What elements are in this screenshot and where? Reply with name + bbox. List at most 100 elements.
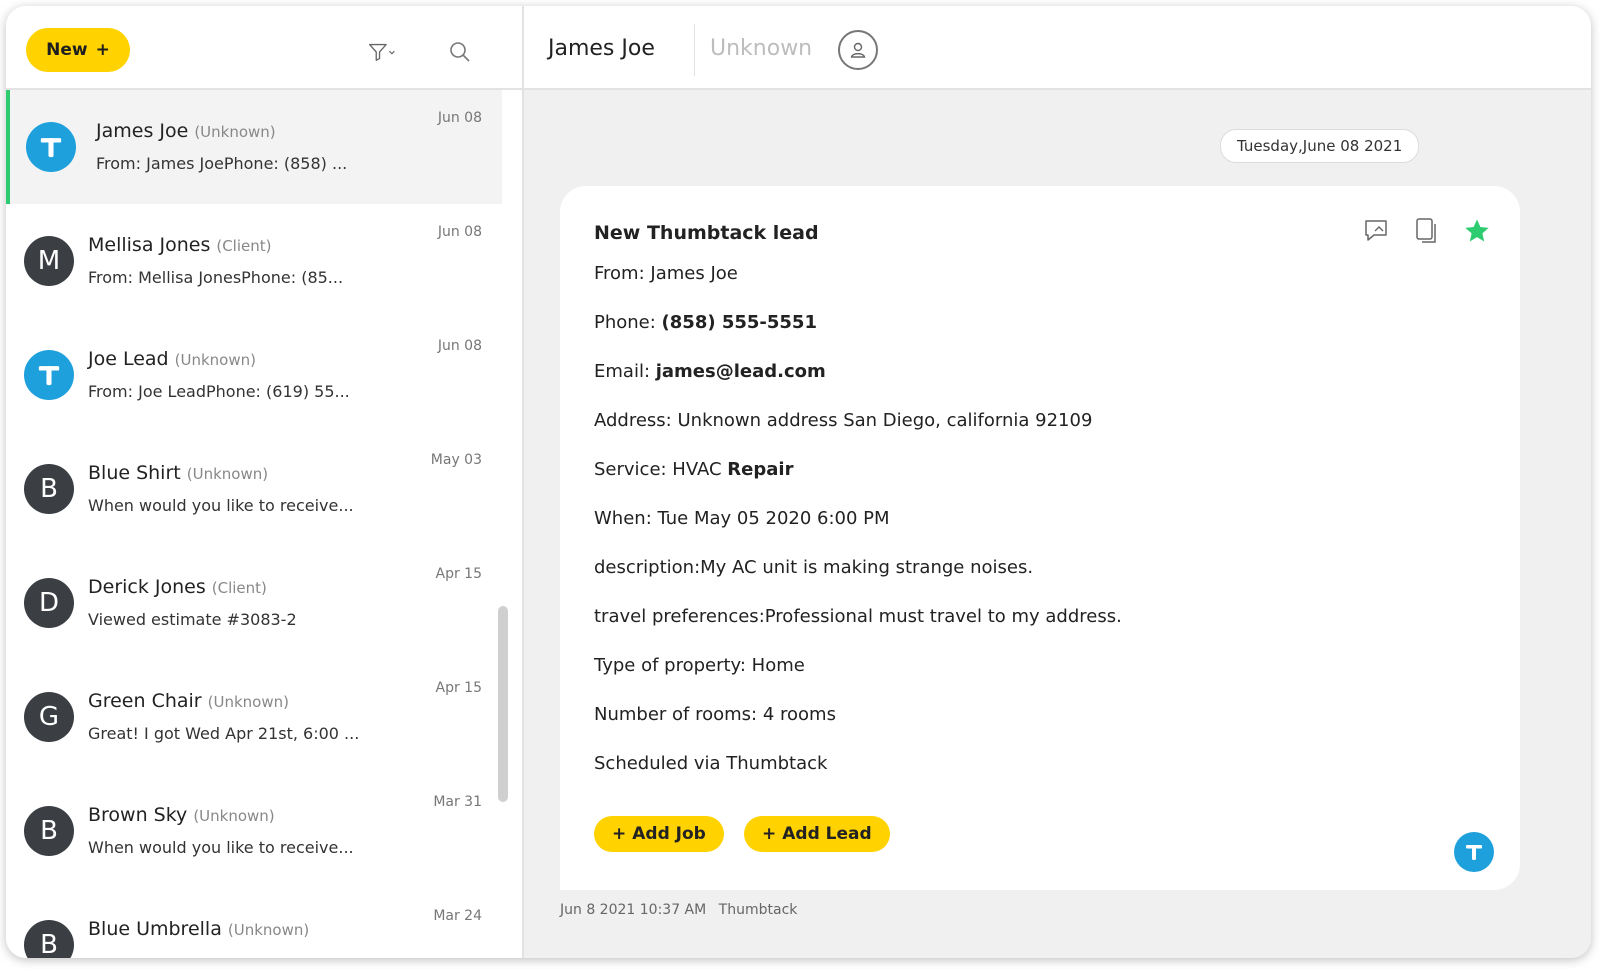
conversation-name: Mellisa Jones (88, 234, 211, 256)
conversation-list: James Joe (Unknown) From: James JoePhone: … (6, 90, 502, 958)
new-button[interactable]: New + (26, 28, 130, 72)
conversation-role: (Unknown) (186, 465, 269, 483)
message-tools (1362, 216, 1492, 246)
date-separator: Tuesday,June 08 2021 (1220, 129, 1420, 163)
plus-icon: + (95, 40, 110, 60)
star-icon[interactable] (1462, 216, 1492, 246)
message-line-label: When: (594, 508, 658, 529)
message-line: travel preferences:Professional must tra… (594, 603, 1474, 652)
message-line-value: Home (751, 655, 805, 676)
message-line-value: Repair (727, 459, 794, 480)
conversation-name-line: Mellisa Jones (Client) (88, 234, 272, 256)
contact-status: Unknown (710, 36, 813, 61)
plus-icon: + (762, 824, 777, 844)
add-lead-button[interactable]: + Add Lead (744, 816, 890, 852)
message-line-value: James Joe (650, 263, 738, 284)
message-line-label: Phone: (594, 312, 662, 333)
conversation-name: Green Chair (88, 690, 202, 712)
conversation-role: (Client) (211, 579, 267, 597)
conversation-name-line: Blue Umbrella (Unknown) (88, 918, 309, 940)
message-line-label: Type of property: (594, 655, 752, 676)
avatar: G (24, 692, 74, 742)
message-line-label: Number of rooms: (594, 704, 763, 725)
message-line-value: james@lead.com (655, 361, 826, 382)
search-icon[interactable] (446, 38, 474, 66)
conversation-item[interactable]: James Joe (Unknown) From: James JoePhone: … (6, 90, 502, 204)
conversation-name-line: Green Chair (Unknown) (88, 690, 289, 712)
copy-icon[interactable] (1412, 216, 1442, 246)
message-line-value: Scheduled via Thumbtack (594, 753, 828, 774)
conversation-role: (Unknown) (227, 921, 310, 939)
message-line-label: Email: (594, 361, 656, 382)
conversation-date: May 03 (430, 452, 482, 468)
new-button-label: New (46, 40, 88, 60)
message-timestamp: Jun 8 2021 10:37 AM (560, 902, 707, 918)
conversation-item[interactable]: B Blue Umbrella (Unknown) Mar 24 (6, 888, 502, 958)
conversation-preview: From: James JoePhone: (858) ... (96, 154, 348, 173)
filter-icon[interactable] (368, 38, 396, 66)
message-line-value: Unknown address San Diego, california 92… (677, 410, 1093, 431)
conversation-panel: New + James Joe (Unknown) From: James JoeP… (6, 6, 524, 958)
thumbtack-icon (1454, 832, 1494, 872)
conversation-name-line: Blue Shirt (Unknown) (88, 462, 268, 484)
message-body: From: James Joe Phone: (858) 555-5551 Emai… (594, 260, 1474, 799)
conversation-preview: From: Joe LeadPhone: (619) 55... (88, 382, 350, 401)
conversation-date: Apr 15 (435, 566, 482, 582)
message-meta: Jun 8 2021 10:37 AM Thumbtack (560, 902, 805, 918)
conversation-item[interactable]: Joe Lead (Unknown) From: Joe LeadPhone: (6… (6, 318, 502, 432)
conversation-date: Mar 31 (433, 794, 482, 810)
reply-icon[interactable] (1362, 216, 1392, 246)
conversation-preview: When would you like to receive... (88, 838, 354, 857)
conversation-name: Brown Sky (88, 804, 188, 826)
conversation-scrollbar[interactable] (498, 606, 508, 802)
message-line: Number of rooms: 4 rooms (594, 701, 1474, 750)
conversation-role: (Client) (216, 237, 272, 255)
message-line-label: Address: (594, 410, 678, 431)
message-line-value: (858) 555-5551 (661, 312, 817, 333)
message-line-label: travel preferences: (594, 606, 765, 627)
message-line: When: Tue May 05 2020 6:00 PM (594, 505, 1474, 554)
avatar: D (24, 578, 74, 628)
message-line: From: James Joe (594, 260, 1474, 309)
conversation-date: Jun 08 (437, 224, 482, 240)
avatar: B (24, 920, 74, 958)
conversation-name: James Joe (96, 120, 189, 142)
message-line-value: Tue May 05 2020 6:00 PM (657, 508, 890, 529)
message-line-value: 4 rooms (762, 704, 836, 725)
user-icon[interactable] (838, 30, 878, 70)
thread-header: James Joe Unknown (524, 6, 1591, 90)
conversation-preview: Viewed estimate #3083-2 (88, 610, 297, 629)
conversation-item[interactable]: B Brown Sky (Unknown) When would you like t… (6, 774, 502, 888)
conversation-name: Joe Lead (88, 348, 169, 370)
conversation-item[interactable]: M Mellisa Jones (Client) From: Mellisa Jone… (6, 204, 502, 318)
conversation-preview: Great! I got Wed Apr 21st, 6:00 ... (88, 724, 360, 743)
conversation-name: Blue Umbrella (88, 918, 222, 940)
conversation-item[interactable]: D Derick Jones (Client) Viewed estimate #30… (6, 546, 502, 660)
conversation-date: Jun 08 (437, 110, 482, 126)
message-line: Email: james@lead.com (594, 358, 1474, 407)
conversation-role: (Unknown) (207, 693, 289, 711)
add-job-button[interactable]: + Add Job (594, 816, 724, 852)
message-line-label: Service: HVAC (594, 459, 728, 480)
message-line: Address: Unknown address San Diego, cali… (594, 407, 1474, 456)
plus-icon: + (612, 824, 627, 844)
thumbtack-icon (26, 122, 76, 172)
conversation-date: Jun 08 (437, 338, 482, 354)
conversation-toolbar: New + (6, 6, 522, 90)
conversation-name-line: Joe Lead (Unknown) (88, 348, 256, 370)
thread-panel: James Joe Unknown Tuesday,June 08 2021 N… (524, 6, 1591, 958)
message-line: Phone: (858) 555-5551 (594, 309, 1474, 358)
message-line-value: Professional must travel to my address. (764, 606, 1122, 627)
avatar: M (24, 236, 74, 286)
conversation-name: Blue Shirt (88, 462, 181, 484)
conversation-item[interactable]: B Blue Shirt (Unknown) When would you like … (6, 432, 502, 546)
avatar: B (24, 806, 74, 856)
message-line-value: My AC unit is making strange noises. (700, 557, 1034, 578)
conversation-name-line: James Joe (Unknown) (96, 120, 276, 142)
message-line: Scheduled via Thumbtack (594, 750, 1474, 799)
message-source: Thumbtack (718, 902, 798, 918)
conversation-preview: When would you like to receive... (88, 496, 354, 515)
conversation-item[interactable]: G Green Chair (Unknown) Great! I got Wed Ap… (6, 660, 502, 774)
message-title: New Thumbtack lead (594, 222, 819, 244)
contact-name[interactable]: James Joe (548, 36, 655, 61)
